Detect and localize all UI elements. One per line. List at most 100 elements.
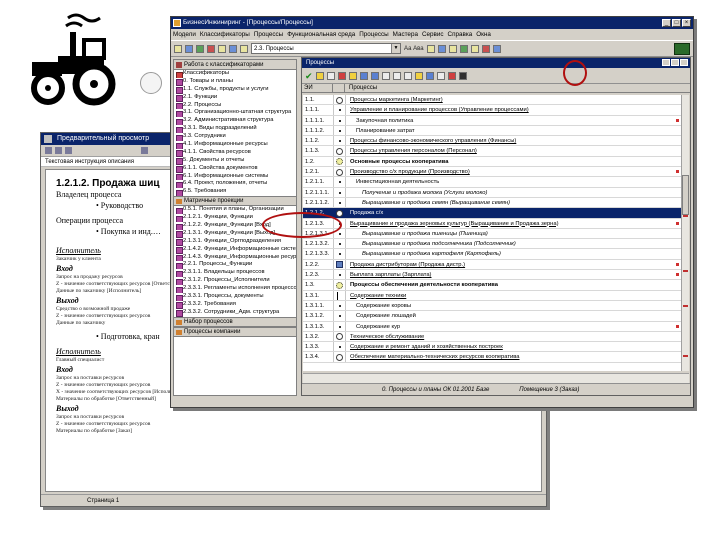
classifier-item[interactable]: 0. Товары и планы: [174, 78, 296, 86]
close-button[interactable]: ×: [682, 19, 691, 27]
process-row[interactable]: 1.2.1.3.1. Выращивание и продажа пшеницы …: [303, 228, 681, 240]
menu-item[interactable]: Модели: [173, 29, 196, 40]
classifier-item[interactable]: 2.3.3.1. Регламенты исполнения процессов: [174, 285, 296, 294]
help-icon[interactable]: [492, 44, 501, 53]
open-icon[interactable]: [174, 44, 182, 53]
classifier-item[interactable]: 2.1.4.3. Функции_Информационные ресурсы: [174, 254, 296, 262]
classifier-item[interactable]: 4.1.1. Свойства ресурсов: [174, 149, 296, 157]
process-row[interactable]: 1.2.1.3.3. Выращивание и продажа картофел…: [303, 249, 681, 260]
process-row[interactable]: 1.3.3. Содержание и ремонт зданий и хозяй…: [303, 342, 681, 353]
matrix-icon[interactable]: [229, 44, 237, 53]
column-processes[interactable]: Процессы: [345, 84, 690, 92]
print-icon[interactable]: [45, 147, 52, 154]
menu-item[interactable]: Мастера: [393, 29, 418, 40]
classifier-item[interactable]: 4.1. Информационные ресурсы: [174, 141, 296, 149]
classifier-item[interactable]: 2.1. Функции: [174, 94, 296, 102]
new-item-icon[interactable]: [349, 71, 357, 80]
classifier-item[interactable]: 2.3.1.1. Владельцы процессов: [174, 269, 296, 278]
classifier-item[interactable]: 2.3.3.2. Требования: [174, 301, 296, 309]
classifier-item[interactable]: 0.5.1. Понятия и планы, Организации: [174, 206, 296, 215]
process-row[interactable]: 1.3.2. Техническое обслуживание: [303, 331, 681, 343]
process-row[interactable]: 1.2.1.1. Инвестиционная деятельность: [303, 177, 681, 188]
process-row[interactable]: 1.3.1.3. Содержание кур: [303, 321, 681, 332]
process-row[interactable]: 1.1.2. Процессы финансово-экономического …: [303, 136, 681, 147]
horizontal-scrollbar[interactable]: [303, 373, 689, 383]
column-number[interactable]: ЭИ: [302, 84, 333, 92]
close-button[interactable]: [680, 59, 688, 66]
print-icon[interactable]: [240, 44, 248, 53]
menu-item[interactable]: Сервис: [422, 29, 444, 40]
process-row[interactable]: 1.3.4. Обеспечение материально-технически…: [303, 352, 681, 363]
classifier-item[interactable]: 3.3.1. Виды подразделений: [174, 125, 296, 134]
process-row[interactable]: 1.3.1.1. Содержание коровы: [303, 300, 681, 312]
properties-icon[interactable]: [448, 71, 456, 80]
menu-item[interactable]: Справка: [448, 29, 473, 40]
zoom-icon[interactable]: [65, 147, 72, 154]
process-row[interactable]: 1.3. Процессы обеспечения деятельности ко…: [303, 280, 681, 291]
indent-icon[interactable]: [382, 71, 390, 80]
edit-icon[interactable]: [327, 71, 335, 80]
classifier-item[interactable]: 2.3.1.2. Процессы_Исполнители: [174, 277, 296, 286]
process-row[interactable]: 1.1.1. Управление и планирование процессо…: [303, 105, 681, 116]
move-down-icon[interactable]: [371, 71, 379, 80]
process-row[interactable]: 1.2.1.1.2. Выращивание и продажа семян (В…: [303, 197, 681, 209]
process-row[interactable]: 1.1.1.1. Закупочная политика: [303, 115, 681, 126]
process-row[interactable]: 1.2.3. Выплата зарплаты (Зарплата): [303, 270, 681, 281]
section-company-processes[interactable]: Процессы компании: [174, 326, 296, 337]
pointer-icon[interactable]: [470, 44, 479, 53]
minimize-button[interactable]: [662, 59, 670, 66]
menu-item[interactable]: Классификаторы: [200, 29, 250, 40]
classifier-item[interactable]: 1.1. Службы, продукты и услуги: [174, 86, 296, 94]
process-row[interactable]: 1.2. Основные процессы кооператива: [303, 156, 681, 168]
diagram-icon[interactable]: [415, 71, 423, 80]
classifier-item[interactable]: 6.5. Требования: [174, 188, 296, 197]
process-row[interactable]: 1.2.2. Продажа дистрибуторам (Продажа дис…: [303, 259, 681, 271]
classifier-item[interactable]: 2.2.1. Процессы_Функции: [174, 261, 296, 270]
close-preview-icon[interactable]: [141, 147, 148, 154]
menu-item[interactable]: Функциональная среда: [287, 29, 355, 40]
vertical-scrollbar[interactable]: [681, 95, 689, 371]
section-classifiers[interactable]: Классификаторы: [174, 70, 296, 78]
chevron-down-icon[interactable]: ▼: [391, 44, 400, 53]
classifier-item[interactable]: 3.3. Сотрудники: [174, 133, 296, 142]
column-icon[interactable]: [333, 84, 345, 92]
classifier-item[interactable]: 5. Документы и отчеты: [174, 157, 296, 165]
process-row[interactable]: 1.2.1.3. Выращивание и продажа зерновых к…: [303, 218, 681, 229]
process-row[interactable]: 1.1.1.2. Планирование затрат: [303, 125, 681, 137]
menu-item[interactable]: Процессы: [359, 29, 388, 40]
process-row[interactable]: 1.3.1.2. Содержание лошадей: [303, 311, 681, 322]
outdent-icon[interactable]: [393, 71, 401, 80]
classifier-item[interactable]: 3.1. Организационно-штатная структура: [174, 109, 296, 118]
table-icon[interactable]: [459, 44, 468, 53]
classifier-item[interactable]: 2.3.3.2. Сотрудники_Адм. структура: [174, 309, 296, 317]
tree-icon[interactable]: [218, 44, 226, 53]
classifier-item[interactable]: 6.1.1. Свойства документов: [174, 165, 296, 173]
check-icon[interactable]: ✔: [305, 71, 313, 81]
format-icon[interactable]: [426, 44, 435, 53]
align-icon[interactable]: [437, 44, 446, 53]
process-row[interactable]: 1.2.1. Производство с/х продукции (Произв…: [303, 167, 681, 178]
classifier-item[interactable]: 3.2. Административная структура: [174, 117, 296, 126]
report-icon[interactable]: [207, 44, 215, 53]
process-row[interactable]: 1.1. Процессы маркетинга (Маркетинг): [303, 95, 681, 106]
filter-icon[interactable]: [316, 71, 324, 80]
process-row[interactable]: 1.3.1. Содержание техники: [303, 290, 681, 301]
minimize-button[interactable]: _: [662, 19, 671, 27]
process-row[interactable]: 1.2.1.3.2. Выращивание и продажа подсолне…: [303, 239, 681, 250]
menu-item[interactable]: Окна: [476, 29, 491, 40]
process-row[interactable]: 1.2.1.2. Продажа с/х: [303, 208, 681, 219]
process-row[interactable]: 1.1.3. Процессы управления персоналом (Пе…: [303, 146, 681, 157]
move-up-icon[interactable]: [360, 71, 368, 80]
classifier-combo[interactable]: 2.3. Процессы ▼: [251, 43, 401, 54]
classifier-item[interactable]: 2.1.4.2. Функции_Информационные системы: [174, 246, 296, 254]
link-icon[interactable]: [481, 44, 490, 53]
list-icon[interactable]: [448, 44, 457, 53]
model-icon[interactable]: [196, 44, 204, 53]
menu-item[interactable]: Процессы: [254, 29, 283, 40]
maximize-button[interactable]: [671, 59, 679, 66]
delete-icon[interactable]: [338, 71, 346, 80]
sort-icon[interactable]: [426, 71, 434, 80]
save-icon[interactable]: [459, 71, 467, 80]
maximize-button[interactable]: □: [672, 19, 681, 27]
find-icon[interactable]: [437, 71, 445, 80]
